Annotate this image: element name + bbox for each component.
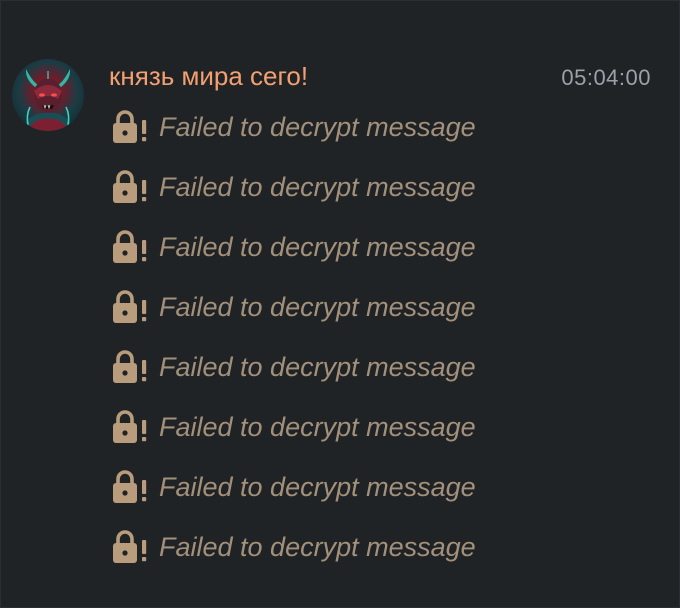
locked-warning-icon [111,469,153,505]
error-message-text: Failed to decrypt message [159,172,476,202]
message-item[interactable]: Failed to decrypt message [111,97,476,157]
message-item[interactable]: Failed to decrypt message [111,397,476,457]
error-message-text: Failed to decrypt message [159,352,476,382]
error-message-text: Failed to decrypt message [159,112,476,142]
locked-warning-icon [111,349,153,385]
locked-warning-icon [111,229,153,265]
locked-warning-icon [111,169,153,205]
avatar[interactable] [12,59,84,131]
error-message-text: Failed to decrypt message [159,292,476,322]
locked-warning-icon [111,529,153,565]
message-item[interactable]: Failed to decrypt message [111,337,476,397]
sender-name[interactable]: князь мира сего! [109,59,308,93]
message-item[interactable]: Failed to decrypt message [111,277,476,337]
error-message-text: Failed to decrypt message [159,532,476,562]
message-list: Failed to decrypt message Failed to decr… [111,97,476,577]
error-message-text: Failed to decrypt message [159,232,476,262]
message-item[interactable]: Failed to decrypt message [111,217,476,277]
demon-avatar-icon [20,69,76,131]
message-item[interactable]: Failed to decrypt message [111,517,476,577]
error-message-text: Failed to decrypt message [159,472,476,502]
message-timestamp: 05:04:00 [561,65,651,90]
locked-warning-icon [111,109,153,145]
message-group: князь мира сего! 05:04:00 Failed to decr… [0,0,680,608]
message-item[interactable]: Failed to decrypt message [111,157,476,217]
message-item[interactable]: Failed to decrypt message [111,457,476,517]
locked-warning-icon [111,289,153,325]
error-message-text: Failed to decrypt message [159,412,476,442]
locked-warning-icon [111,409,153,445]
